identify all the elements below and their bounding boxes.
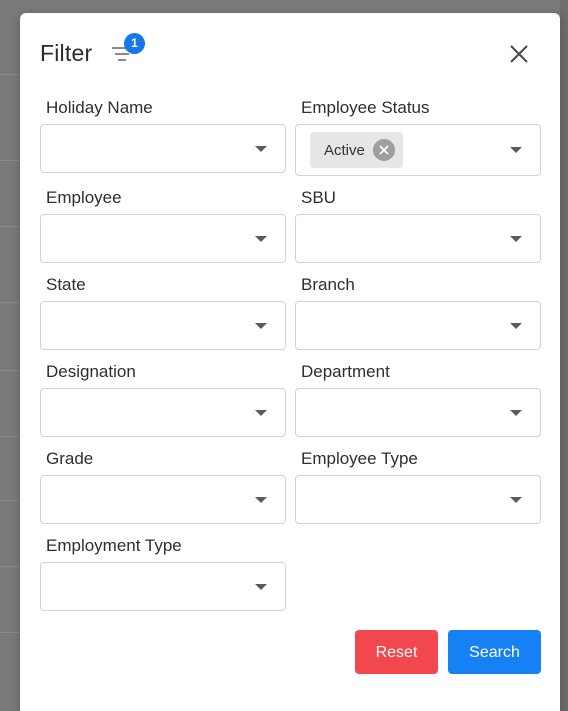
- backdrop-divider: [0, 226, 22, 227]
- filter-modal: Filter 1 Holiday Name Employee Status Ac…: [20, 13, 560, 711]
- grade-select[interactable]: [40, 475, 286, 524]
- close-icon: [510, 45, 528, 63]
- designation-label: Designation: [46, 362, 136, 381]
- chevron-down-icon: [255, 235, 267, 242]
- backdrop-scrollbar: [560, 0, 568, 711]
- backdrop-divider: [0, 302, 22, 303]
- backdrop-divider: [0, 160, 22, 161]
- chevron-down-icon: [255, 496, 267, 503]
- designation-select[interactable]: [40, 388, 286, 437]
- backdrop-divider: [0, 436, 22, 437]
- backdrop-divider: [0, 370, 22, 371]
- modal-header: Filter 1: [20, 13, 560, 93]
- state-select[interactable]: [40, 301, 286, 350]
- employee-type-label: Employee Type: [301, 449, 418, 468]
- close-icon: [379, 145, 389, 155]
- state-label: State: [46, 275, 86, 294]
- chevron-down-icon: [255, 583, 267, 590]
- holiday-name-label: Holiday Name: [46, 98, 153, 117]
- chevron-down-icon: [510, 147, 522, 153]
- department-select[interactable]: [295, 388, 541, 437]
- employment-type-select[interactable]: [40, 562, 286, 611]
- sbu-label: SBU: [301, 188, 336, 207]
- reset-button[interactable]: Reset: [355, 630, 438, 674]
- chip-remove-button[interactable]: [372, 139, 395, 161]
- chevron-down-icon: [510, 409, 522, 416]
- search-button[interactable]: Search: [448, 630, 541, 674]
- department-label: Department: [301, 362, 390, 381]
- chevron-down-icon: [255, 322, 267, 329]
- chevron-down-icon: [255, 409, 267, 416]
- chevron-down-icon: [510, 496, 522, 503]
- selected-chip-active: Active: [310, 132, 403, 168]
- chevron-down-icon: [510, 235, 522, 242]
- employee-status-select[interactable]: Active: [295, 124, 541, 176]
- employee-status-label: Employee Status: [301, 98, 430, 117]
- grade-label: Grade: [46, 449, 94, 468]
- backdrop-divider: [0, 500, 22, 501]
- employee-select[interactable]: [40, 214, 286, 263]
- holiday-name-select[interactable]: [40, 124, 286, 173]
- employee-label: Employee: [46, 188, 122, 207]
- active-filter-count-badge: 1: [124, 33, 145, 54]
- branch-select[interactable]: [295, 301, 541, 350]
- employee-type-select[interactable]: [295, 475, 541, 524]
- backdrop-divider: [0, 74, 22, 75]
- modal-title: Filter: [40, 40, 93, 66]
- chevron-down-icon: [510, 322, 522, 329]
- backdrop-divider: [0, 632, 22, 633]
- branch-label: Branch: [301, 275, 355, 294]
- chip-label: Active: [324, 141, 365, 159]
- close-button[interactable]: [506, 41, 532, 67]
- employment-type-label: Employment Type: [46, 536, 182, 555]
- backdrop-divider: [0, 566, 22, 567]
- sbu-select[interactable]: [295, 214, 541, 263]
- chevron-down-icon: [255, 145, 267, 152]
